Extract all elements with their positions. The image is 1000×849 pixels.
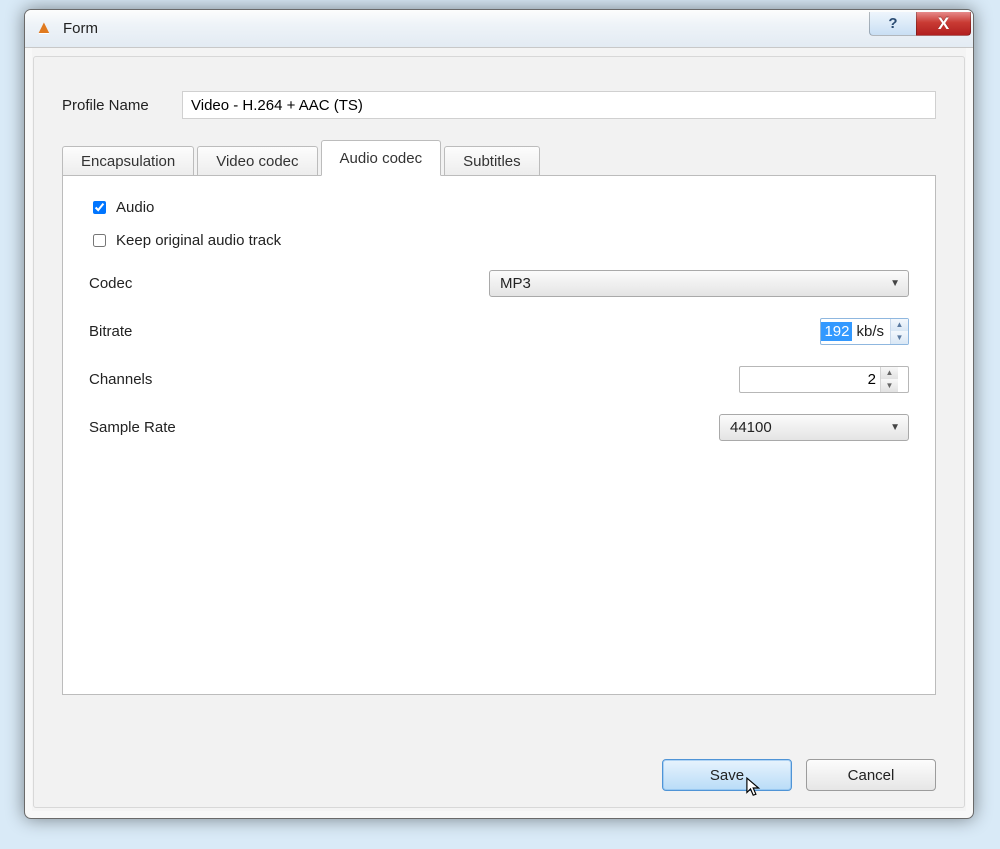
sample-rate-value: 44100 (730, 419, 772, 436)
tab-audio-codec[interactable]: Audio codec (321, 140, 442, 176)
tab-strip: Encapsulation Video codec Audio codec Su… (62, 141, 936, 175)
audio-checkbox[interactable] (93, 201, 106, 214)
save-button[interactable]: Save (662, 759, 792, 791)
bitrate-unit: kb/s (854, 323, 890, 340)
tab-subtitles[interactable]: Subtitles (444, 146, 540, 176)
sample-rate-label: Sample Rate (89, 419, 489, 436)
audio-codec-panel: Audio Keep original audio track Codec MP… (62, 175, 936, 695)
codec-label: Codec (89, 275, 489, 292)
chevron-down-icon: ▼ (890, 422, 900, 433)
bitrate-value[interactable]: 192 (821, 322, 854, 341)
codec-select[interactable]: MP3 ▼ (489, 270, 909, 297)
vlc-cone-icon (35, 19, 55, 39)
dialog-window: Form ? X Profile Name Encapsulation Vide… (24, 9, 974, 819)
channels-value[interactable] (740, 371, 880, 388)
help-icon: ? (888, 15, 897, 32)
window-title: Form (63, 20, 98, 37)
sample-rate-row: Sample Rate 44100 ▼ (89, 412, 909, 442)
channels-label: Channels (89, 371, 489, 388)
close-button[interactable]: X (916, 12, 971, 36)
spin-down-icon[interactable]: ▼ (891, 331, 908, 344)
help-button[interactable]: ? (869, 12, 917, 36)
keep-original-checkbox[interactable] (93, 234, 106, 247)
tab-encapsulation[interactable]: Encapsulation (62, 146, 194, 176)
audio-checkbox-row: Audio (89, 198, 909, 217)
save-button-label: Save (710, 767, 744, 784)
titlebar: Form ? X (25, 10, 973, 48)
cancel-button[interactable]: Cancel (806, 759, 936, 791)
bitrate-label: Bitrate (89, 323, 489, 340)
codec-value: MP3 (500, 275, 531, 292)
client-area: Profile Name Encapsulation Video codec A… (33, 56, 965, 808)
profile-name-label: Profile Name (62, 97, 182, 114)
bitrate-row: Bitrate 192 kb/s ▲ ▼ (89, 316, 909, 346)
dialog-footer: Save Cancel (662, 759, 936, 791)
channels-spin-buttons[interactable]: ▲ ▼ (880, 367, 898, 392)
profile-name-input[interactable] (182, 91, 936, 119)
titlebar-buttons: ? X (870, 12, 971, 36)
spin-down-icon[interactable]: ▼ (881, 379, 898, 392)
keep-original-label: Keep original audio track (116, 232, 281, 249)
sample-rate-select[interactable]: 44100 ▼ (719, 414, 909, 441)
tab-video-codec[interactable]: Video codec (197, 146, 317, 176)
channels-spinner[interactable]: ▲ ▼ (739, 366, 909, 393)
close-icon: X (938, 14, 949, 34)
keep-original-row: Keep original audio track (89, 231, 909, 250)
codec-row: Codec MP3 ▼ (89, 268, 909, 298)
spin-up-icon[interactable]: ▲ (881, 367, 898, 380)
bitrate-spin-buttons[interactable]: ▲ ▼ (890, 319, 908, 344)
cancel-button-label: Cancel (848, 767, 895, 784)
bitrate-spinner[interactable]: 192 kb/s ▲ ▼ (820, 318, 909, 345)
audio-checkbox-label: Audio (116, 199, 154, 216)
spin-up-icon[interactable]: ▲ (891, 319, 908, 332)
channels-row: Channels ▲ ▼ (89, 364, 909, 394)
profile-name-row: Profile Name (62, 91, 936, 119)
chevron-down-icon: ▼ (890, 278, 900, 289)
